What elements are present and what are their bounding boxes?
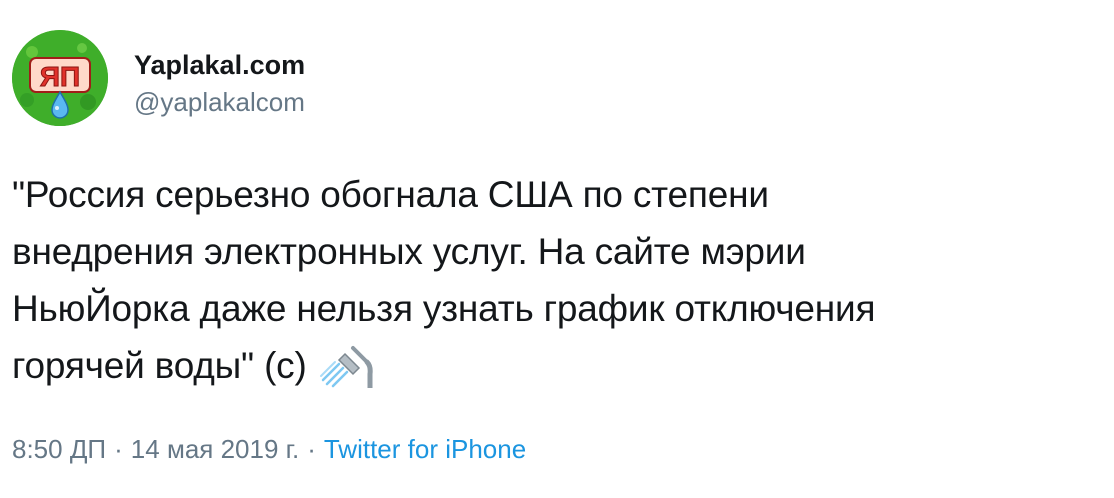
tweet-source-link[interactable]: Twitter for iPhone <box>324 434 526 464</box>
meta-separator: · <box>114 434 123 464</box>
yaplakal-logo-icon: ЯП <box>12 30 108 126</box>
tweet-text-line: "Россия серьезно обогнала США по степени <box>12 174 769 215</box>
tweet-time[interactable]: 8:50 ДП <box>12 434 106 464</box>
svg-text:ЯП: ЯП <box>40 61 80 92</box>
tweet-date[interactable]: 14 мая 2019 г. <box>131 434 299 464</box>
tweet-text-line-end: горячей воды" (с) <box>12 345 307 386</box>
tweet-text: "Россия серьезно обогнала США по степени… <box>12 166 1102 394</box>
tweet-text-line: горячей воды" (с) <box>12 337 1102 394</box>
tweet-text-line: внедрения электронных услуг. На сайте мэ… <box>12 231 806 272</box>
shower-icon <box>319 346 373 388</box>
meta-separator: · <box>307 434 316 464</box>
author-handle[interactable]: @yaplakalcom <box>134 86 305 118</box>
tweet-text-line: НьюЙорка даже нельзя узнать график отклю… <box>12 288 876 329</box>
author-display-name[interactable]: Yaplakal.com <box>134 48 305 82</box>
avatar[interactable]: ЯП <box>12 30 108 126</box>
tweet-card: ЯП Yaplakal.com @yaplakalcom "Россия сер… <box>0 0 1114 498</box>
tweet-meta: 8:50 ДП · 14 мая 2019 г. · Twitter for iPhon… <box>12 432 526 466</box>
